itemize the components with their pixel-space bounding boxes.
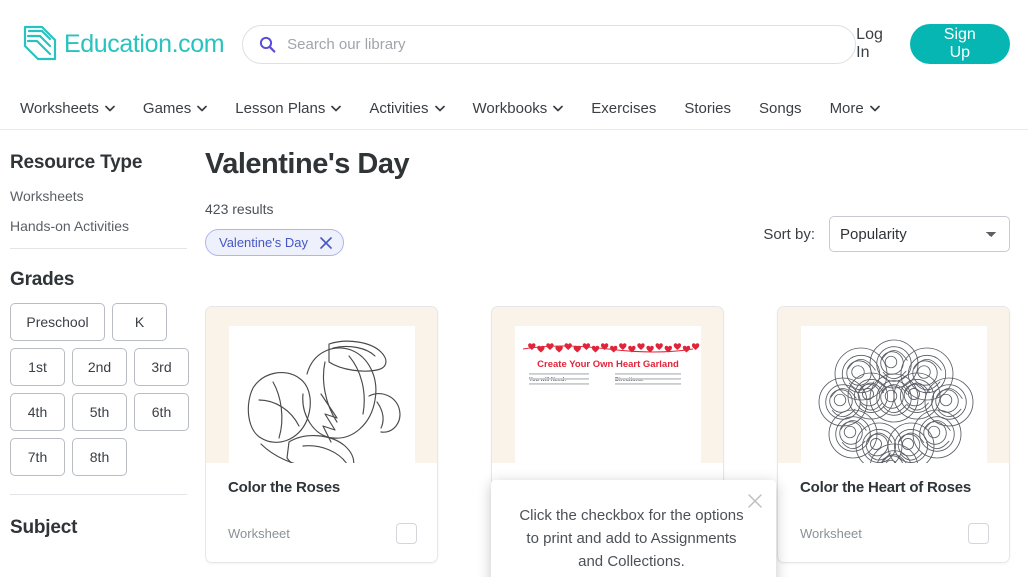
primary-nav: Worksheets Games Lesson Plans Activities Wor… xyxy=(0,88,1028,130)
site-header: Education.com Log In Sign Up xyxy=(0,0,1028,88)
results-count: 423 results xyxy=(205,201,274,217)
card-body: Color the Roses Worksheet xyxy=(206,463,437,562)
grades-heading: Grades xyxy=(10,269,75,290)
rose-line-drawing xyxy=(247,340,400,463)
chevron-down-icon xyxy=(553,105,564,112)
resource-type-heading: Resource Type xyxy=(10,152,143,173)
grade-button-6th[interactable]: 6th xyxy=(134,393,189,431)
card-thumbnail[interactable] xyxy=(206,307,437,463)
card-meta: Worksheet xyxy=(800,523,989,544)
sort-control: Sort by: PopularityMost RecentTitle A-ZG… xyxy=(763,216,1010,252)
header-actions: Log In Sign Up xyxy=(856,24,1010,64)
nav-item-stories[interactable]: Stories xyxy=(670,88,745,129)
grade-button-preschool[interactable]: Preschool xyxy=(10,303,105,341)
nav-item-worksheets[interactable]: Worksheets xyxy=(20,88,129,129)
nav-item-label: Workbooks xyxy=(472,100,548,117)
signup-button[interactable]: Sign Up xyxy=(909,24,1010,64)
nav-item-label: Lesson Plans xyxy=(235,100,326,117)
sidebar-item-hands-on-activities[interactable]: Hands-on Activities xyxy=(10,218,205,234)
page-title: Valentine's Day xyxy=(205,148,410,180)
result-card[interactable]: Color the Heart of Roses Worksheet xyxy=(777,306,1010,563)
card-title: Color the Heart of Roses xyxy=(800,479,972,496)
nav-item-label: Worksheets xyxy=(20,100,99,117)
search-icon xyxy=(260,36,276,53)
nav-item-more[interactable]: More xyxy=(816,88,894,129)
card-thumbnail[interactable] xyxy=(778,307,1009,463)
grade-button-4th[interactable]: 4th xyxy=(10,393,65,431)
sidebar-divider-2 xyxy=(10,494,187,495)
search-input[interactable] xyxy=(287,35,840,53)
nav-item-exercises[interactable]: Exercises xyxy=(577,88,670,129)
filter-chip-label: Valentine's Day xyxy=(219,235,308,250)
grade-button-5th[interactable]: 5th xyxy=(72,393,127,431)
chevron-down-icon xyxy=(869,105,880,112)
result-card[interactable]: Color the Roses Worksheet xyxy=(205,306,438,563)
close-icon[interactable] xyxy=(748,494,762,508)
sidebar-item-worksheets[interactable]: Worksheets xyxy=(10,188,205,204)
page-body: Resource Type Worksheets Hands-on Activi… xyxy=(0,130,1028,577)
nav-item-songs[interactable]: Songs xyxy=(745,88,816,129)
card-resource-type: Worksheet xyxy=(228,526,290,541)
search-bar[interactable] xyxy=(242,24,857,64)
tooltip-text: Click the checkbox for the options to pr… xyxy=(519,507,744,570)
grade-button-2nd[interactable]: 2nd xyxy=(72,348,127,386)
subject-heading: Subject xyxy=(10,517,78,538)
card-meta: Worksheet xyxy=(228,523,417,544)
nav-item-lesson-plans[interactable]: Lesson Plans xyxy=(221,88,355,129)
chevron-down-icon xyxy=(434,105,445,112)
nav-item-label: Games xyxy=(142,100,192,117)
nav-item-label: Stories xyxy=(684,100,732,117)
login-link[interactable]: Log In xyxy=(856,26,895,62)
grade-filter-group: Preschool K 1st 2nd 3rd 4th 5th 6th 7th 8th xyxy=(10,303,200,476)
results-main: Valentine's Day 423 results Valentine's … xyxy=(205,130,1028,577)
chevron-down-icon xyxy=(105,105,115,112)
chevron-down-icon xyxy=(197,105,208,112)
grade-button-3rd[interactable]: 3rd xyxy=(134,348,189,386)
sidebar-divider-1 xyxy=(10,248,187,249)
thumbnail-image: Create Your Own Heart Garland You will Ne… xyxy=(514,326,701,463)
sort-label: Sort by: xyxy=(763,225,815,243)
svg-text:You will Need:: You will Need: xyxy=(529,377,566,383)
nav-item-label: Songs xyxy=(759,100,802,117)
card-thumbnail[interactable]: Create Your Own Heart Garland You will Ne… xyxy=(492,307,723,463)
card-title: Color the Roses xyxy=(228,479,341,496)
thumbnail-image xyxy=(800,326,987,463)
nav-item-label: More xyxy=(829,100,864,117)
svg-text:Create Your Own Heart Garland: Create Your Own Heart Garland xyxy=(537,359,679,370)
nav-item-label: Activities xyxy=(369,100,429,117)
chevron-down-icon xyxy=(331,105,342,112)
filter-sidebar: Resource Type Worksheets Hands-on Activi… xyxy=(0,130,205,577)
site-logo[interactable]: Education.com xyxy=(20,23,225,65)
nav-item-games[interactable]: Games xyxy=(129,88,221,129)
thumbnail-image xyxy=(228,326,415,463)
nav-item-workbooks[interactable]: Workbooks xyxy=(459,88,578,129)
checkbox-help-tooltip: Click the checkbox for the options to pr… xyxy=(491,480,776,577)
card-select-checkbox[interactable] xyxy=(968,523,989,544)
card-select-checkbox[interactable] xyxy=(396,523,417,544)
grade-button-7th[interactable]: 7th xyxy=(10,438,65,476)
nav-item-activities[interactable]: Activities xyxy=(355,88,458,129)
grade-button-8th[interactable]: 8th xyxy=(72,438,127,476)
sort-select[interactable]: PopularityMost RecentTitle A-ZGrade xyxy=(829,216,1010,252)
pencil-book-logo-icon xyxy=(23,25,57,61)
close-icon[interactable] xyxy=(320,236,332,249)
logo-wordmark: Education.com xyxy=(64,29,225,58)
card-resource-type: Worksheet xyxy=(800,526,862,541)
svg-text:Directions:: Directions: xyxy=(615,377,644,383)
heart-of-roses-line-drawing xyxy=(818,339,973,463)
grade-button-k[interactable]: K xyxy=(112,303,167,341)
card-body: Color the Heart of Roses Worksheet xyxy=(778,463,1009,562)
grade-button-1st[interactable]: 1st xyxy=(10,348,65,386)
heart-garland-worksheet-thumb: Create Your Own Heart Garland You will Ne… xyxy=(514,326,701,463)
filter-chip-valentines-day[interactable]: Valentine's Day xyxy=(205,229,344,256)
nav-item-label: Exercises xyxy=(591,100,657,117)
